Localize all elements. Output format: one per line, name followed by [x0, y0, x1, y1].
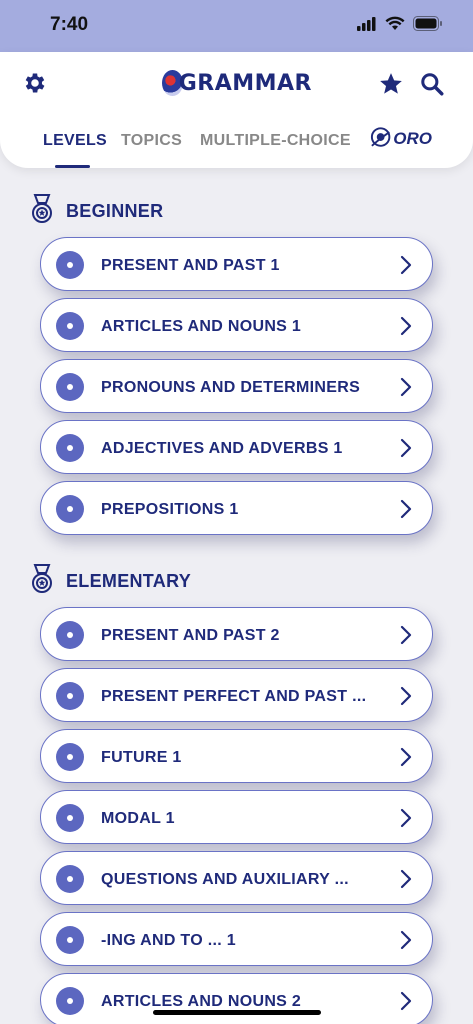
- section-header-beginner: BEGINNER: [30, 194, 163, 229]
- lesson-item[interactable]: PRESENT AND PAST 2: [40, 607, 433, 661]
- lesson-bullet-icon: [56, 251, 84, 279]
- status-time: 7:40: [50, 14, 89, 35]
- lesson-bullet-icon: [56, 373, 84, 401]
- lesson-label: QUESTIONS AND AUXILIARY ...: [101, 871, 349, 888]
- lesson-label: FUTURE 1: [101, 749, 182, 766]
- status-icons: [357, 16, 443, 36]
- lesson-bullet-icon: [56, 743, 84, 771]
- lesson-label: MODAL 1: [101, 810, 175, 827]
- lesson-label: ARTICLES AND NOUNS 1: [101, 318, 302, 335]
- lesson-item[interactable]: PRESENT PERFECT AND PAST ...: [40, 668, 433, 722]
- chevron-right-icon: [400, 991, 412, 1011]
- chevron-right-icon: [400, 930, 412, 950]
- wifi-icon: [385, 16, 405, 36]
- section-title: BEGINNER: [66, 201, 164, 221]
- oro-logo-text: ORO: [393, 129, 432, 148]
- tab-topics[interactable]: TOPICS: [121, 132, 182, 150]
- chevron-right-icon: [400, 869, 412, 889]
- lesson-item[interactable]: PREPOSITIONS 1: [40, 481, 433, 535]
- lesson-bullet-icon: [56, 926, 84, 954]
- section-title: ELEMENTARY: [66, 571, 192, 591]
- favorites-star-icon[interactable]: [377, 70, 405, 98]
- lesson-item[interactable]: PRESENT AND PAST 1: [40, 237, 433, 291]
- lesson-bullet-icon: [56, 804, 84, 832]
- lesson-label: ARTICLES AND NOUNS 2: [101, 993, 302, 1010]
- chevron-right-icon: [400, 316, 412, 336]
- chevron-right-icon: [400, 377, 412, 397]
- tab-multiple-choice[interactable]: MULTIPLE-CHOICE: [200, 132, 351, 150]
- chevron-right-icon: [400, 808, 412, 828]
- lesson-label: PREPOSITIONS 1: [101, 501, 239, 518]
- tab-levels[interactable]: LEVELS: [43, 132, 107, 150]
- settings-gear-icon[interactable]: [22, 70, 48, 96]
- lesson-bullet-icon: [56, 865, 84, 893]
- chevron-right-icon: [400, 625, 412, 645]
- lesson-item[interactable]: MODAL 1: [40, 790, 433, 844]
- lesson-item[interactable]: ADJECTIVES AND ADVERBS 1: [40, 420, 433, 474]
- oro-emblem-icon: [370, 127, 391, 147]
- chevron-right-icon: [400, 499, 412, 519]
- home-indicator[interactable]: [153, 1010, 321, 1015]
- lesson-bullet-icon: [56, 434, 84, 462]
- lesson-label: PRESENT PERFECT AND PAST ...: [101, 688, 367, 705]
- lesson-item[interactable]: PRONOUNS AND DETERMINERS: [40, 359, 433, 413]
- lesson-item[interactable]: ARTICLES AND NOUNS 1: [40, 298, 433, 352]
- lesson-item[interactable]: FUTURE 1: [40, 729, 433, 783]
- chevron-right-icon: [400, 255, 412, 275]
- lesson-label: PRESENT AND PAST 2: [101, 627, 280, 644]
- grammar-logo: GRAMMAR: [162, 66, 312, 100]
- chevron-right-icon: [400, 438, 412, 458]
- lesson-bullet-icon: [56, 621, 84, 649]
- lesson-item[interactable]: QUESTIONS AND AUXILIARY ...: [40, 851, 433, 905]
- lesson-item[interactable]: ARTICLES AND NOUNS 2: [40, 973, 433, 1024]
- lesson-bullet-icon: [56, 495, 84, 523]
- lesson-item[interactable]: -ING AND TO ... 1: [40, 912, 433, 966]
- battery-icon: [413, 16, 443, 36]
- app-header: GRAMMAR LEVELS TOPICS MULTIPLE-CHOICE OR…: [0, 52, 473, 168]
- status-bar: 7:40: [0, 0, 473, 54]
- chevron-right-icon: [400, 747, 412, 767]
- medal-icon: [30, 194, 54, 229]
- lesson-label: PRONOUNS AND DETERMINERS: [101, 379, 361, 396]
- section-header-elementary: ELEMENTARY: [30, 564, 191, 599]
- lesson-label: ADJECTIVES AND ADVERBS 1: [101, 440, 343, 457]
- lesson-bullet-icon: [56, 987, 84, 1015]
- signal-icon: [357, 16, 377, 36]
- active-tab-indicator: [55, 165, 90, 168]
- lesson-label: -ING AND TO ... 1: [101, 932, 236, 949]
- lesson-bullet-icon: [56, 312, 84, 340]
- chevron-right-icon: [400, 686, 412, 706]
- lesson-label: PRESENT AND PAST 1: [101, 257, 280, 274]
- lesson-bullet-icon: [56, 682, 84, 710]
- oro-logo: ORO: [368, 124, 432, 154]
- medal-icon: [30, 564, 54, 599]
- logo-text: GRAMMAR: [178, 70, 312, 96]
- search-icon[interactable]: [418, 70, 446, 98]
